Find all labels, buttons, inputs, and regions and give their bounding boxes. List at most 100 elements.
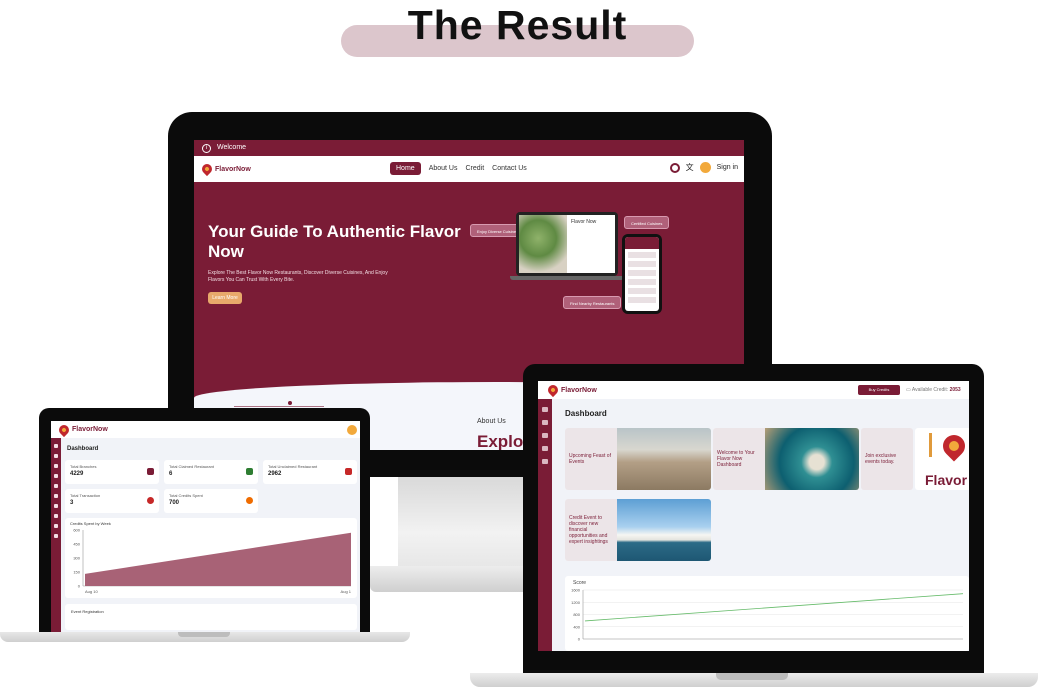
sidebar-icon[interactable] [54, 464, 58, 468]
y-tick-label: 800 [573, 612, 580, 617]
promo-card[interactable]: Welcome to Your Flavor Now Dashboard [713, 428, 859, 490]
stat-value: 2962 [268, 471, 282, 477]
location-pin-icon [56, 422, 72, 437]
sidebar-icon[interactable] [54, 444, 58, 448]
stat-card: Total Claimed Restaurant 6 [164, 460, 258, 484]
laptop-sidebar [538, 399, 552, 651]
logo-text: FlavorNow [561, 386, 597, 394]
chip-certified-cuisines: Certified Cuisines [624, 216, 670, 229]
credits-area-chart: 0 150 300 450 600 Aug 10 Aug 1 [73, 528, 352, 595]
nav-contact[interactable]: Contact Us [492, 165, 527, 172]
top-navbar: FlavorNow Home About Us Credit Contact U… [194, 156, 744, 182]
sidebar-icon[interactable] [54, 454, 58, 458]
sidebar-icon[interactable] [54, 474, 58, 478]
laptop-dashboard-title: Dashboard [565, 409, 607, 418]
tablet-topbar: FlavorNow [51, 421, 360, 438]
right-laptop-screen: FlavorNow Buy Credits ▭ Available Credit… [538, 381, 969, 651]
ocean-image [765, 428, 859, 490]
sidebar-icon[interactable] [54, 484, 58, 488]
sidebar-icon[interactable] [542, 407, 548, 412]
sidebar-icon[interactable] [542, 420, 548, 425]
y-tick-label: 450 [73, 542, 80, 547]
line-series [584, 593, 964, 622]
dollar-icon [246, 497, 253, 504]
y-tick-label: 1600 [571, 588, 581, 593]
promo-card-text: Upcoming Feast of Events [565, 428, 617, 490]
decorative-line [234, 406, 324, 407]
credits-chart-card: Credits Spent by Week 0 150 300 450 600 Aug 1… [65, 518, 357, 598]
sidebar-icon[interactable] [542, 459, 548, 464]
signin-link[interactable]: Sign in [717, 164, 738, 171]
learn-more-button[interactable]: Learn More [208, 292, 242, 304]
sidebar-icon[interactable] [54, 524, 58, 528]
laptop-topbar: FlavorNow Buy Credits ▭ Available Credit… [538, 381, 969, 399]
right-laptop-notch [716, 673, 788, 680]
showcase-canvas: The Result i Welcome FlavorNow Home Abou… [0, 0, 1039, 690]
laptop-logo[interactable]: FlavorNow [545, 382, 597, 398]
tablet-dashboard-title: Dashboard [67, 446, 99, 452]
tablet-sidebar [51, 438, 61, 632]
mockup-title: Flavor Now [571, 219, 597, 225]
score-line-chart: 0 400 800 1200 1600 [571, 588, 964, 642]
hero-title: Your Guide To Authentic Flavor Now [208, 222, 461, 261]
sidebar-icon[interactable] [54, 534, 58, 538]
decorative-dot [288, 401, 292, 405]
sidebar-icon[interactable] [54, 504, 58, 508]
fork-knife-icon [246, 468, 253, 475]
hero-laptop-mockup: Flavor Now [516, 212, 618, 276]
dollar-icon [147, 497, 154, 504]
page-title: The Result [407, 2, 628, 48]
score-chart-card: Score 0 400 800 1200 1600 [565, 576, 969, 651]
y-tick-label: 600 [73, 528, 80, 533]
translate-icon[interactable]: 文 [686, 162, 694, 173]
nav-about[interactable]: About Us [429, 165, 458, 172]
stat-value: 6 [169, 471, 173, 477]
welcome-banner: i Welcome [194, 140, 744, 156]
sidebar-icon[interactable] [542, 433, 548, 438]
user-avatar-icon[interactable] [699, 162, 711, 173]
logo[interactable]: FlavorNow [199, 161, 251, 177]
settings-icon[interactable] [669, 162, 680, 173]
available-credit: ▭ Available Credit: 2053 [906, 385, 961, 395]
nav-home[interactable]: Home [390, 162, 421, 175]
location-pin-icon [938, 430, 969, 462]
left-laptop-screen: FlavorNow Dashboard Total Branches 4229 … [51, 421, 360, 632]
stat-label: Total Credits Spent [169, 493, 203, 498]
user-avatar-icon[interactable] [347, 425, 357, 435]
stat-value: 3 [70, 500, 74, 506]
sidebar-icon[interactable] [54, 494, 58, 498]
sidebar-icon[interactable] [542, 446, 548, 451]
left-laptop-notch [178, 632, 230, 637]
about-section-label: About Us [477, 418, 506, 425]
y-tick-label: 300 [73, 556, 80, 561]
coast-image [617, 428, 711, 490]
nav-credit[interactable]: Credit [465, 165, 484, 172]
info-icon: i [202, 143, 211, 153]
promo-card[interactable]: Join exclusive events today. [861, 428, 913, 490]
food-image [519, 215, 567, 273]
y-tick-label: 0 [578, 637, 581, 642]
hero-laptop-base [510, 276, 624, 280]
buy-credits-button[interactable]: Buy Credits [858, 385, 900, 395]
location-pin-icon [545, 382, 561, 398]
stat-label: Total Unclaimed Restaurant [268, 464, 318, 469]
stat-card: Total Credits Spent 700 [164, 489, 258, 513]
promo-card-text: Credit Event to discover new financial o… [565, 499, 617, 561]
store-icon [147, 468, 154, 475]
promo-card[interactable]: Upcoming Feast of Events [565, 428, 711, 490]
y-tick-label: 1200 [571, 600, 581, 605]
promo-card-text: Welcome to Your Flavor Now Dashboard [713, 428, 765, 490]
stat-card: Total Branches 4229 [65, 460, 159, 484]
promo-card[interactable]: Credit Event to discover new financial o… [565, 499, 711, 561]
tablet-logo[interactable]: FlavorNow [56, 422, 108, 437]
y-tick-label: 150 [73, 570, 80, 575]
stat-card: Total Transaction 3 [65, 489, 159, 513]
credit-label: Available Credit: [911, 387, 949, 393]
sidebar-icon[interactable] [54, 514, 58, 518]
x-tick-label: Aug 1 [341, 589, 352, 594]
location-pin-icon [199, 161, 215, 177]
cliffs-image [617, 499, 711, 561]
logo-text: FlavorNow [72, 426, 108, 433]
chip-nearby-restaurants: Find Nearby Restaurants [563, 296, 622, 309]
credit-value: 2053 [949, 387, 961, 393]
